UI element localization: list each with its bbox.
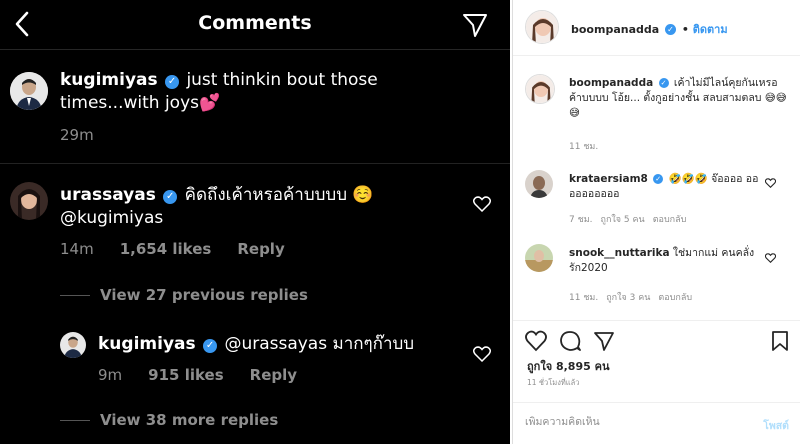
likes-count[interactable]: ถูกใจ 8,895 คน bbox=[527, 357, 609, 375]
comment-time: 7 ชม. bbox=[569, 215, 593, 225]
divider bbox=[60, 294, 90, 296]
like-heart-icon[interactable] bbox=[473, 196, 491, 212]
comments-header: Comments bbox=[0, 0, 510, 50]
view-previous-replies[interactable]: View 27 previous replies bbox=[60, 286, 308, 304]
post-comment-button[interactable]: โพสต์ bbox=[763, 417, 789, 434]
verified-icon: ✓ bbox=[658, 78, 669, 88]
comment-username[interactable]: kugimiyas bbox=[60, 70, 158, 90]
comment-body: kugimiyas ✓ just thinkin bout those time… bbox=[60, 69, 480, 115]
comment-likes[interactable]: 1,654 likes bbox=[120, 240, 212, 258]
like-heart-icon[interactable] bbox=[525, 330, 547, 352]
verified-icon: ✓ bbox=[165, 75, 180, 89]
like-heart-icon[interactable] bbox=[765, 253, 776, 263]
avatar[interactable] bbox=[60, 332, 86, 358]
comment-time: 11 ชม. bbox=[569, 293, 599, 303]
divider bbox=[0, 163, 510, 164]
divider bbox=[60, 419, 90, 421]
post-username[interactable]: boompanadda bbox=[571, 23, 659, 36]
reply-button[interactable]: Reply bbox=[250, 366, 297, 384]
bookmark-icon[interactable] bbox=[769, 330, 791, 352]
comment-text: @urassayas มากๆก๊าบบ bbox=[224, 334, 415, 354]
comment-meta: 9m 915 likes Reply bbox=[98, 366, 297, 384]
avatar[interactable] bbox=[525, 74, 555, 104]
comment-meta: 11 ชม. ถูกใจ 3 คน ตอบกลับ bbox=[569, 290, 692, 304]
comment-body: urassayas ✓ คิดถึงเค้าหรอค้าบบบบ ☺️ @kug… bbox=[60, 184, 460, 230]
avatar[interactable] bbox=[525, 244, 553, 272]
avatar[interactable] bbox=[10, 182, 48, 220]
send-icon[interactable] bbox=[462, 12, 488, 38]
comment-body: kugimiyas ✓ @urassayas มากๆก๊าบบ bbox=[98, 333, 478, 356]
caption-username[interactable]: boompanadda bbox=[569, 77, 653, 89]
caption-time: 11 ชม. bbox=[569, 142, 599, 152]
post-caption: boompanadda ✓ เค้าไม่มีไลน์คุยกันเหรอค้า… bbox=[569, 76, 789, 121]
reply-button[interactable]: ตอบกลับ bbox=[658, 290, 692, 304]
avatar[interactable] bbox=[525, 10, 559, 44]
follow-button[interactable]: ติดตาม bbox=[693, 23, 728, 36]
add-comment-bar: โพสต์ bbox=[513, 402, 800, 444]
verified-icon: ✓ bbox=[203, 339, 218, 353]
reply-button[interactable]: Reply bbox=[237, 240, 284, 258]
comment-time: 14m bbox=[60, 240, 94, 258]
avatar[interactable] bbox=[10, 72, 48, 110]
post-author: boompanadda ✓ • ติดตาม bbox=[571, 20, 728, 38]
post-panel: boompanadda ✓ • ติดตาม boompanadda ✓ เค้… bbox=[512, 0, 800, 444]
comment-text: คิดถึงเค้าหรอค้าบบบบ ☺️ bbox=[184, 185, 374, 205]
comment-likes[interactable]: ถูกใจ 5 คน bbox=[601, 212, 645, 226]
post-header: boompanadda ✓ • ติดตาม bbox=[513, 0, 800, 56]
comment-time: 29m bbox=[60, 126, 94, 144]
comment-meta: 29m bbox=[60, 126, 94, 144]
comment-username[interactable]: snook__nuttarika bbox=[569, 247, 670, 259]
comment-time: 9m bbox=[98, 366, 123, 384]
like-heart-icon[interactable] bbox=[473, 346, 491, 362]
comment-username[interactable]: kugimiyas bbox=[98, 334, 196, 354]
comments-panel: Comments kugimiyas ✓ just thinkin bout t… bbox=[0, 0, 510, 444]
reply-button[interactable]: ตอบกลับ bbox=[653, 212, 687, 226]
comment-meta: 7 ชม. ถูกใจ 5 คน ตอบกลับ bbox=[569, 212, 686, 226]
view-more-replies[interactable]: View 38 more replies bbox=[60, 411, 278, 429]
view-replies-label: View 38 more replies bbox=[100, 411, 279, 429]
view-replies-label: View 27 previous replies bbox=[100, 286, 308, 304]
caption-meta: 11 ชม. bbox=[569, 139, 598, 153]
avatar[interactable] bbox=[525, 170, 553, 198]
comment-body: krataersiam8 ✓ 🤣🤣🤣 จ๊ออออ ออออออออออ bbox=[569, 172, 759, 202]
comment-likes[interactable]: ถูกใจ 3 คน bbox=[606, 290, 650, 304]
comment-username[interactable]: krataersiam8 bbox=[569, 173, 648, 185]
like-heart-icon[interactable] bbox=[765, 178, 776, 188]
comment-icon[interactable] bbox=[559, 330, 581, 352]
mention-link[interactable]: @kugimiyas bbox=[60, 208, 163, 228]
comment-likes[interactable]: 915 likes bbox=[148, 366, 224, 384]
verified-icon: ✓ bbox=[163, 190, 178, 204]
share-icon[interactable] bbox=[593, 330, 615, 352]
comment-username[interactable]: urassayas bbox=[60, 185, 156, 205]
verified-icon: ✓ bbox=[665, 24, 677, 35]
comment-meta: 14m 1,654 likes Reply bbox=[60, 240, 285, 258]
post-actions: ถูกใจ 8,895 คน 11 ชั่วโมงที่แล้ว bbox=[513, 320, 800, 400]
post-timestamp: 11 ชั่วโมงที่แล้ว bbox=[527, 378, 580, 387]
comment-body: snook__nuttarika ใช่มากแม่ คนคลั่งรัก202… bbox=[569, 246, 759, 276]
page-title: Comments bbox=[198, 12, 312, 34]
verified-icon: ✓ bbox=[653, 174, 664, 184]
add-comment-input[interactable] bbox=[525, 416, 725, 428]
separator: • bbox=[681, 23, 689, 36]
